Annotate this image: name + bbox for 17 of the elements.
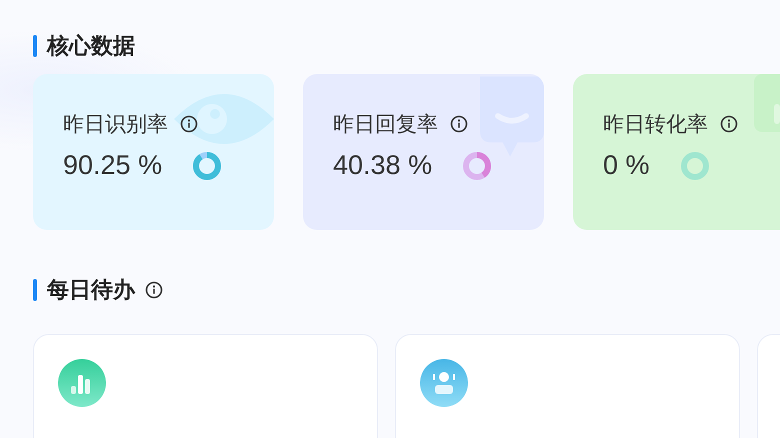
info-icon[interactable] — [180, 115, 198, 133]
stat-label: 昨日转化率 — [603, 112, 708, 138]
stat-value: 0 % — [603, 150, 650, 181]
info-icon[interactable] — [720, 115, 738, 133]
stat-value: 40.38 % — [333, 150, 432, 181]
progress-ring — [462, 150, 492, 180]
section-title: 每日待办 — [47, 276, 135, 304]
info-icon[interactable] — [145, 281, 163, 299]
person-icon — [420, 359, 468, 407]
bar-chart-icon — [58, 359, 106, 407]
progress-ring — [680, 150, 710, 180]
stat-value: 90.25 % — [63, 150, 162, 181]
progress-ring — [192, 150, 222, 180]
info-icon[interactable] — [450, 115, 468, 133]
section-title: 核心数据 — [47, 32, 135, 60]
stat-label: 昨日回复率 — [333, 112, 438, 138]
stat-label: 昨日识别率 — [63, 112, 168, 138]
